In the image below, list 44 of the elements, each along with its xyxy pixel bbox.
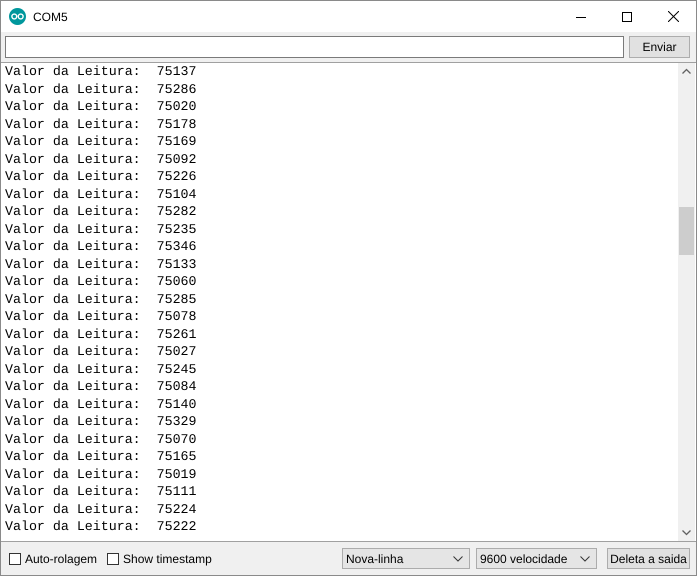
scrollbar-thumb[interactable]	[679, 207, 694, 255]
window-title: COM5	[33, 10, 69, 24]
output-line: Valor da Leitura: 75078	[5, 308, 198, 326]
output-line: Valor da Leitura: 75169	[5, 133, 198, 150]
output-line: Valor da Leitura: 75226	[5, 168, 198, 186]
output-line: Valor da Leitura: 75282	[5, 203, 198, 220]
scrollbar[interactable]	[678, 63, 695, 541]
close-icon[interactable]	[668, 11, 678, 22]
output-line: Valor da Leitura: 75020	[5, 98, 198, 116]
dropdown[interactable]: Nova-linha	[342, 548, 470, 569]
output-line: Valor da Leitura: 75235	[5, 220, 198, 238]
output-line: Valor da Leitura: 75346	[5, 238, 198, 256]
output-line: Valor da Leitura: 75092	[5, 150, 198, 168]
clear-output-button[interactable]: Deleta a saida	[607, 548, 690, 569]
output-line: Valor da Leitura: 75070	[5, 430, 198, 448]
chevron-icon	[453, 556, 463, 562]
output-line: Valor da Leitura: 75178	[5, 116, 198, 133]
dropdown[interactable]: 9600 velocidade	[476, 548, 597, 569]
output-line: Valor da Leitura: 75329	[5, 413, 198, 430]
chevron-icon	[580, 556, 590, 562]
output-line: Valor da Leitura: 75224	[5, 500, 198, 518]
app-logo-icon	[9, 8, 26, 25]
checkbox[interactable]	[9, 552, 21, 564]
output-line: Valor da Leitura: 75111	[5, 483, 198, 500]
output-line: Valor da Leitura: 75133	[5, 256, 198, 273]
output-line: Valor da Leitura: 75165	[5, 448, 198, 466]
output-line: Valor da Leitura: 75245	[5, 360, 198, 378]
input-field[interactable]	[5, 36, 624, 58]
checkbox[interactable]	[107, 552, 120, 564]
output-line: Valor da Leitura: 75286	[5, 80, 198, 98]
output-line: Valor da Leitura: 75104	[5, 186, 198, 203]
maximize-icon[interactable]	[622, 12, 632, 22]
output-line: Valor da Leitura: 75084	[5, 378, 198, 396]
output-line: Valor da Leitura: 75140	[5, 396, 198, 413]
output-line: Valor da Leitura: 75027	[5, 343, 198, 360]
checkbox-label: Auto-rolagem	[25, 552, 98, 566]
output-line: Valor da Leitura: 75019	[5, 466, 198, 483]
output-line: Valor da Leitura: 75222	[5, 518, 198, 536]
output-line: Valor da Leitura: 75261	[5, 326, 198, 343]
output-line: Valor da Leitura: 75285	[5, 290, 198, 308]
output-line: Valor da Leitura: 75060	[5, 273, 198, 290]
output-line: Valor da Leitura: 75137	[5, 63, 198, 80]
send-button[interactable]: Enviar	[629, 36, 690, 58]
checkbox-label: Show timestamp	[123, 552, 212, 566]
